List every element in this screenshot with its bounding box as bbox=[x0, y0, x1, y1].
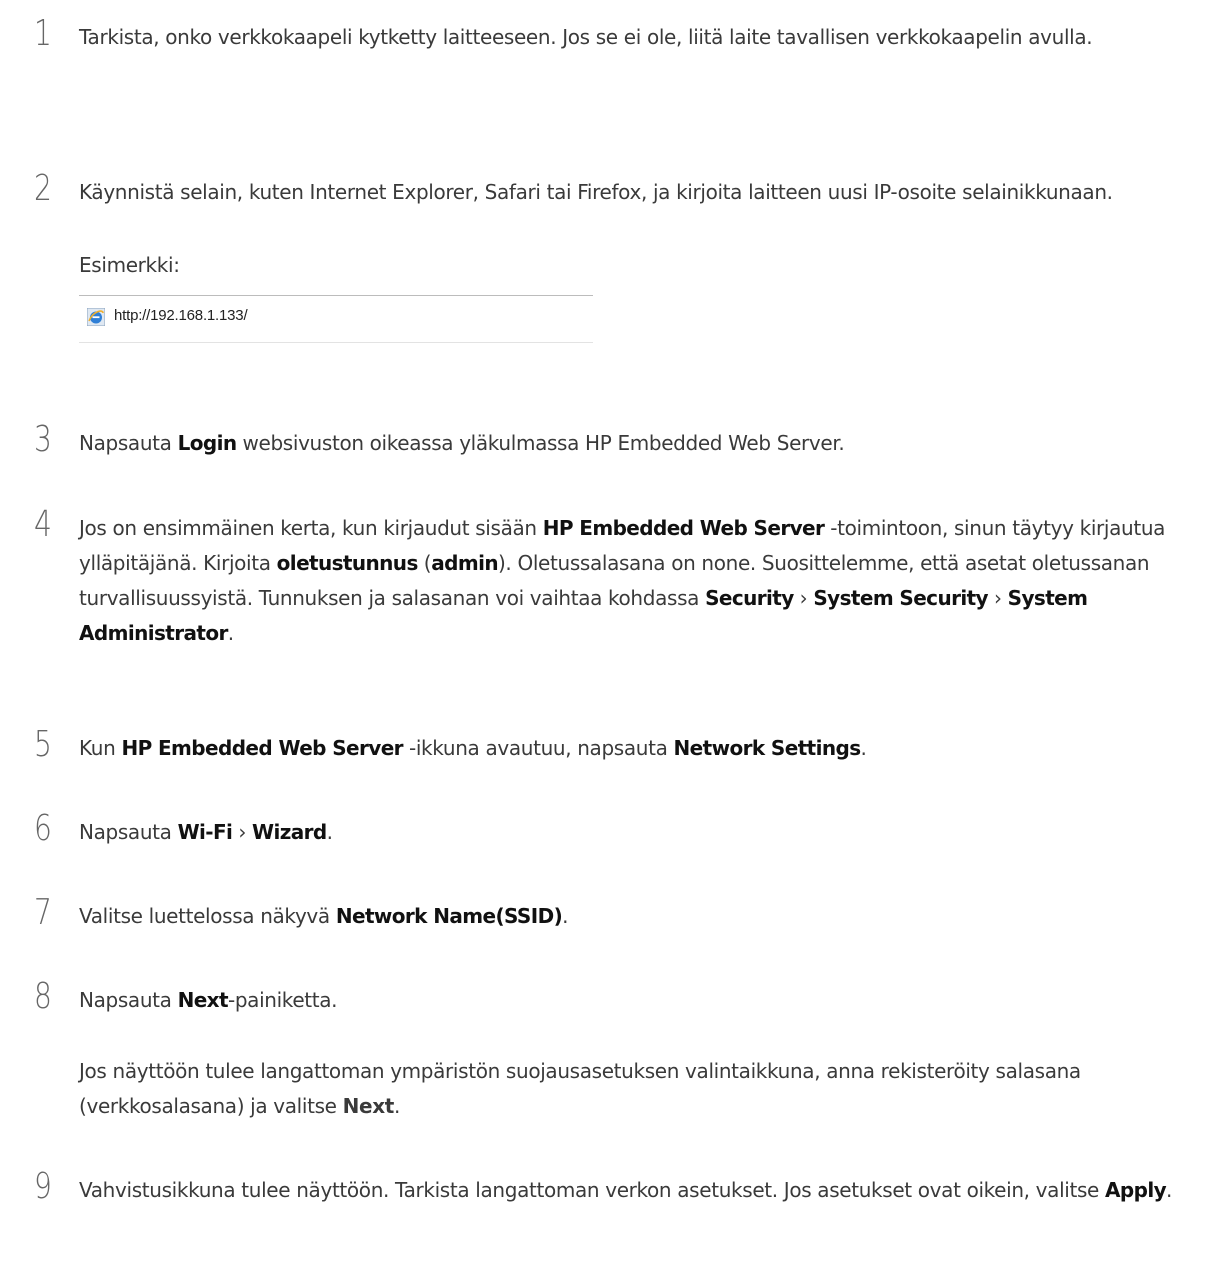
ui-term: Network Settings bbox=[673, 736, 862, 760]
step-text: Jos on ensimmäinen kerta, kun kirjaudut … bbox=[79, 511, 1214, 651]
step-text: Vahvistusikkuna tulee näyttöön. Tarkista… bbox=[79, 1173, 1214, 1208]
step-text: Napsauta Next-painiketta. bbox=[79, 983, 1214, 1018]
step-number: 2 bbox=[34, 168, 52, 209]
step-number: 7 bbox=[34, 892, 52, 933]
step-text: Kun HP Embedded Web Server -ikkuna avaut… bbox=[79, 731, 1214, 766]
text-run: Napsauta bbox=[79, 988, 178, 1012]
ui-term: Network Name(SSID) bbox=[335, 904, 563, 928]
step-number: 1 bbox=[34, 13, 52, 54]
step-number: 6 bbox=[34, 808, 52, 849]
ui-term: System Security bbox=[813, 586, 988, 610]
text-run: Tarkista, onko verkkokaapeli kytketty la… bbox=[79, 25, 1093, 49]
step-number: 3 bbox=[34, 419, 52, 460]
text-run: Vahvistusikkuna tulee näyttöön. Tarkista… bbox=[79, 1178, 1106, 1202]
text-run: . bbox=[227, 621, 234, 645]
text-run: . bbox=[393, 1094, 400, 1118]
internet-explorer-icon bbox=[87, 308, 105, 326]
text-run: Valitse luettelossa näkyvä bbox=[79, 904, 336, 928]
ui-term: Apply bbox=[1105, 1178, 1167, 1202]
ui-term: Login bbox=[177, 431, 238, 455]
ui-term: HP Embedded Web Server bbox=[121, 736, 403, 760]
text-run: websivuston oikeassa yläkulmassa HP Embe… bbox=[236, 431, 845, 455]
text-run: Napsauta bbox=[79, 820, 178, 844]
step-8-note: Jos näyttöön tulee langattoman ympäristö… bbox=[79, 1054, 1214, 1124]
text-run: › bbox=[232, 820, 252, 844]
browser-address-bar[interactable]: http://192.168.1.133/ bbox=[79, 295, 593, 343]
step-text: Napsauta Wi-Fi › Wizard. bbox=[79, 815, 1214, 850]
text-run: . bbox=[562, 904, 569, 928]
text-run: . bbox=[1166, 1178, 1173, 1202]
step-text: Käynnistä selain, kuten Internet Explore… bbox=[79, 175, 1214, 210]
ui-term: HP Embedded Web Server bbox=[542, 516, 825, 540]
text-run: Kun bbox=[79, 736, 122, 760]
ui-term: Next bbox=[342, 1094, 395, 1118]
ui-term: Wizard bbox=[252, 820, 327, 844]
ui-term: Wi-Fi bbox=[177, 820, 233, 844]
ui-term: oletustunnus bbox=[276, 551, 419, 575]
step-text: Tarkista, onko verkkokaapeli kytketty la… bbox=[79, 20, 1214, 55]
ui-term: Next bbox=[177, 988, 229, 1012]
step-number: 5 bbox=[34, 724, 52, 765]
step-text: Valitse luettelossa näkyvä Network Name(… bbox=[79, 899, 1214, 934]
text-run: . bbox=[860, 736, 867, 760]
text-run: Napsauta bbox=[79, 431, 178, 455]
step-number: 4 bbox=[34, 504, 52, 545]
text-run: › bbox=[793, 586, 814, 610]
text-run: Käynnistä selain, kuten Internet Explore… bbox=[79, 180, 1113, 204]
text-run: . bbox=[326, 820, 333, 844]
ui-term: Security bbox=[705, 586, 794, 610]
text-run: Jos on ensimmäinen kerta, kun kirjaudut … bbox=[79, 516, 543, 540]
text-run: -painiketta. bbox=[227, 988, 338, 1012]
text-run: Jos näyttöön tulee langattoman ympäristö… bbox=[79, 1059, 1081, 1118]
example-label: Esimerkki: bbox=[79, 253, 180, 277]
text-run: -ikkuna avautuu, napsauta bbox=[402, 736, 674, 760]
text-run: ( bbox=[417, 551, 432, 575]
text-run: › bbox=[988, 586, 1008, 610]
address-url: http://192.168.1.133/ bbox=[114, 307, 248, 324]
step-number: 8 bbox=[34, 976, 52, 1017]
step-number: 9 bbox=[34, 1166, 52, 1207]
ui-term: admin bbox=[431, 551, 498, 575]
step-text: Napsauta Login websivuston oikeassa yläk… bbox=[79, 426, 1214, 461]
